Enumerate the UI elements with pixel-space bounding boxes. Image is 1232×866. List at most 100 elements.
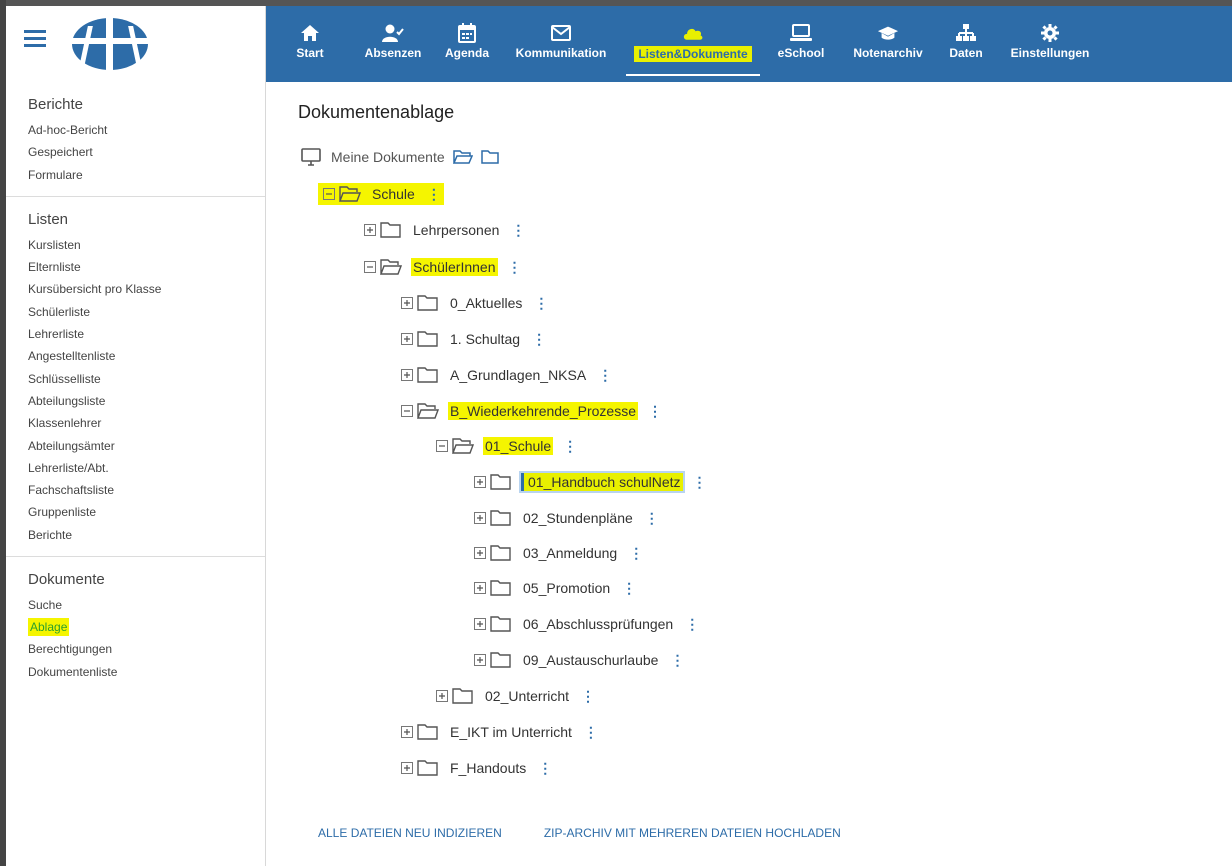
more-options-icon[interactable]: ⋮ — [622, 580, 636, 597]
sidebar-link-schuelerliste[interactable]: Schülerliste — [28, 301, 265, 323]
tree-node-label[interactable]: SchülerInnen — [411, 258, 498, 276]
tree-node-label[interactable]: 03_Anmeldung — [521, 544, 619, 562]
calendar-icon — [456, 22, 478, 44]
collapse-icon[interactable] — [401, 405, 413, 417]
sidebar-link-lehrerliste[interactable]: Lehrerliste — [28, 323, 265, 345]
more-options-icon[interactable]: ⋮ — [534, 295, 548, 312]
expand-icon[interactable] — [474, 582, 486, 594]
expand-icon[interactable] — [436, 690, 448, 702]
sidebar-link-ad-hoc-bericht[interactable]: Ad-hoc-Bericht — [28, 119, 265, 141]
tree-node-label[interactable]: E_IKT im Unterricht — [448, 723, 574, 741]
sidebar-link-dokumentenliste[interactable]: Dokumentenliste — [28, 661, 265, 683]
expand-icon[interactable] — [474, 547, 486, 559]
sitemap-icon — [955, 22, 977, 44]
expand-icon[interactable] — [401, 762, 413, 774]
nav-kommunikation[interactable]: Kommunikation — [500, 6, 622, 82]
zip-upload-button[interactable]: ZIP-ARCHIV MIT MEHREREN DATEIEN HOCHLADE… — [544, 826, 841, 840]
expand-icon[interactable] — [401, 369, 413, 381]
tree-node-prozesse: B_Wiederkehrende_Prozesse ⋮ — [401, 399, 662, 423]
user-check-icon — [382, 22, 404, 44]
sidebar-link-gruppenliste[interactable]: Gruppenliste — [28, 501, 265, 523]
expand-icon[interactable] — [364, 224, 376, 236]
tree-node-label[interactable]: 0_Aktuelles — [448, 294, 524, 312]
folder-icon — [417, 724, 438, 740]
more-options-icon[interactable]: ⋮ — [670, 652, 684, 669]
sidebar-link-ablage[interactable]: Ablage — [28, 618, 70, 637]
nav-eschool[interactable]: eSchool — [764, 6, 838, 82]
tree-node-label-selected[interactable]: 01_Handbuch schulNetz — [519, 471, 685, 493]
tree-node-label[interactable]: Schule — [370, 185, 417, 203]
tree-node-label[interactable]: B_Wiederkehrende_Prozesse — [448, 402, 638, 420]
nav-start[interactable]: Start — [268, 6, 352, 82]
more-options-icon[interactable]: ⋮ — [648, 403, 662, 420]
nav-label: Einstellungen — [1010, 46, 1090, 60]
nav-einstellungen[interactable]: Einstellungen — [994, 6, 1106, 82]
nav-daten[interactable]: Daten — [938, 6, 994, 82]
collapse-icon[interactable] — [364, 261, 376, 273]
sidebar-link-berichte[interactable]: Berichte — [28, 524, 265, 546]
sidebar-link-fachschaftsliste[interactable]: Fachschaftsliste — [28, 479, 265, 501]
expand-icon[interactable] — [474, 512, 486, 524]
hamburger-menu-icon[interactable] — [24, 30, 46, 48]
folder-icon[interactable] — [480, 150, 499, 164]
tree-node-label[interactable]: 02_Stundenpläne — [521, 509, 635, 527]
expand-icon[interactable] — [401, 333, 413, 345]
nav-listen-dokumente[interactable]: Listen&Dokumente — [622, 6, 764, 82]
folder-icon — [490, 510, 511, 526]
collapse-icon[interactable] — [323, 188, 335, 200]
tree-node-label[interactable]: Lehrpersonen — [411, 221, 501, 239]
nav-agenda[interactable]: Agenda — [434, 6, 500, 82]
more-options-icon[interactable]: ⋮ — [511, 222, 525, 239]
sidebar-link-abteilungsaemter[interactable]: Abteilungsämter — [28, 435, 265, 457]
expand-icon[interactable] — [474, 476, 486, 488]
more-options-icon[interactable]: ⋮ — [508, 259, 522, 276]
folder-open-icon — [417, 403, 439, 419]
expand-icon[interactable] — [474, 618, 486, 630]
nav-notenarchiv[interactable]: Notenarchiv — [838, 6, 938, 82]
tree-node-label[interactable]: 1. Schultag — [448, 330, 522, 348]
tree-node-label[interactable]: 09_Austauschurlaube — [521, 651, 660, 669]
expand-icon[interactable] — [401, 726, 413, 738]
more-options-icon[interactable]: ⋮ — [532, 331, 546, 348]
tree-node-lehrpersonen: Lehrpersonen ⋮ — [364, 218, 525, 242]
tree-node-label[interactable]: 02_Unterricht — [483, 687, 571, 705]
sidebar-link-abteilungsliste[interactable]: Abteilungsliste — [28, 390, 265, 412]
sidebar-link-lehrerliste-abt[interactable]: Lehrerliste/Abt. — [28, 457, 265, 479]
more-options-icon[interactable]: ⋮ — [629, 545, 643, 562]
sidebar-link-gespeichert[interactable]: Gespeichert — [28, 141, 265, 163]
tree-root-label[interactable]: Meine Dokumente — [331, 149, 445, 165]
sidebar-link-suche[interactable]: Suche — [28, 594, 265, 616]
sidebar-link-berechtigungen[interactable]: Berechtigungen — [28, 638, 265, 660]
sidebar-link-schluesselliste[interactable]: Schlüsselliste — [28, 368, 265, 390]
folder-open-icon[interactable] — [452, 150, 473, 164]
more-options-icon[interactable]: ⋮ — [584, 724, 598, 741]
more-options-icon[interactable]: ⋮ — [685, 616, 699, 633]
more-options-icon[interactable]: ⋮ — [538, 760, 552, 777]
sidebar-link-kurslisten[interactable]: Kurslisten — [28, 234, 265, 256]
collapse-icon[interactable] — [436, 440, 448, 452]
expand-icon[interactable] — [474, 654, 486, 666]
tree-node-label[interactable]: 06_Abschlussprüfungen — [521, 615, 675, 633]
expand-icon[interactable] — [401, 297, 413, 309]
sidebar-link-formulare[interactable]: Formulare — [28, 164, 265, 186]
more-options-icon[interactable]: ⋮ — [645, 510, 659, 527]
tree-node-label[interactable]: F_Handouts — [448, 759, 528, 777]
nav-absenzen[interactable]: Absenzen — [352, 6, 434, 82]
more-options-icon[interactable]: ⋮ — [598, 367, 612, 384]
more-options-icon[interactable]: ⋮ — [563, 438, 577, 455]
tree-node-label[interactable]: A_Grundlagen_NKSA — [448, 366, 588, 384]
more-options-icon[interactable]: ⋮ — [427, 186, 441, 203]
sidebar-link-elternliste[interactable]: Elternliste — [28, 256, 265, 278]
tree-node-schultag: 1. Schultag ⋮ — [401, 327, 546, 351]
sidebar-link-kursuebersicht[interactable]: Kursübersicht pro Klasse — [28, 278, 265, 300]
sidebar-link-angestelltenliste[interactable]: Angestelltenliste — [28, 345, 265, 367]
tree-node-label[interactable]: 05_Promotion — [521, 579, 612, 597]
tree-node-stundenplaene: 02_Stundenpläne ⋮ — [474, 506, 659, 530]
more-options-icon[interactable]: ⋮ — [581, 688, 595, 705]
more-options-icon[interactable]: ⋮ — [693, 474, 707, 491]
gear-icon — [1039, 22, 1061, 44]
sidebar-link-klassenlehrer[interactable]: Klassenlehrer — [28, 412, 265, 434]
reindex-all-button[interactable]: ALLE DATEIEN NEU INDIZIEREN — [318, 826, 502, 840]
tree-node-label[interactable]: 01_Schule — [483, 437, 554, 455]
school-logo[interactable] — [70, 16, 150, 72]
